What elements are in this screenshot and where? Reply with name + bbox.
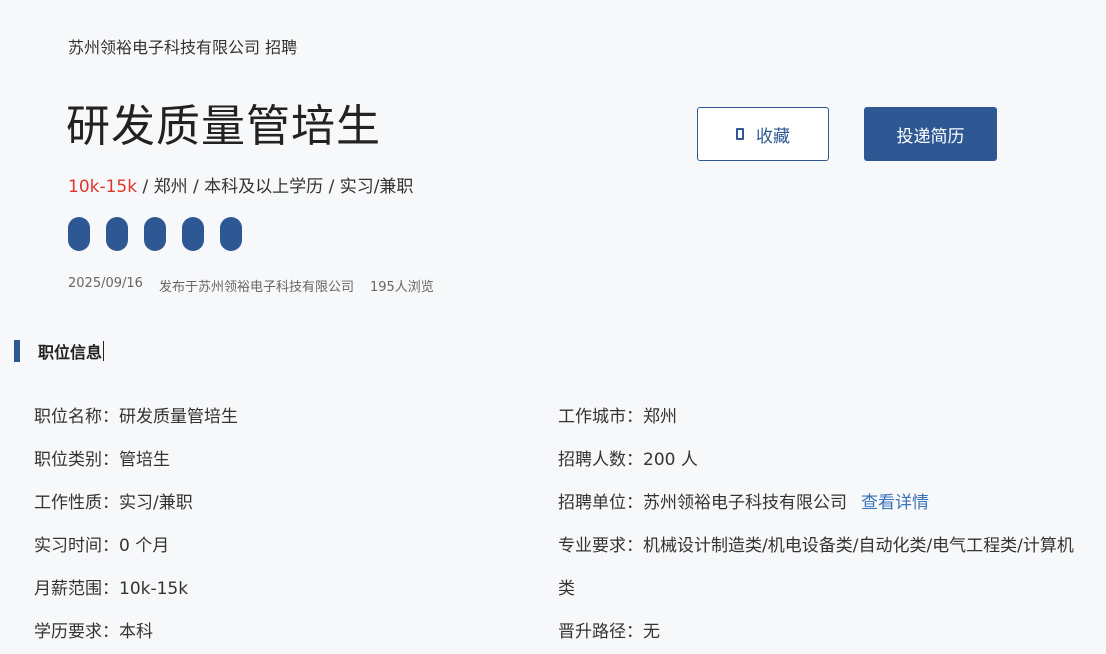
info-label: 专业要求： [558, 536, 643, 556]
info-label: 实习时间： [34, 536, 119, 556]
info-label: 月薪范围： [34, 579, 119, 599]
favorite-button[interactable]: 收藏 [697, 107, 829, 161]
info-label: 工作性质： [34, 493, 119, 513]
info-value: 10k-15k [119, 579, 189, 599]
job-info-left: 职位名称：研发质量管培生 职位类别：管培生 工作性质：实习/兼职 实习时间：0 … [34, 396, 238, 654]
info-value: 200 人 [643, 450, 698, 470]
info-row: 职位名称：研发质量管培生 [34, 396, 238, 439]
tag-pill [68, 217, 90, 251]
info-label: 晋升路径： [558, 622, 643, 642]
info-label: 职位名称： [34, 407, 119, 427]
tag-pill [182, 217, 204, 251]
job-meta-line: 10k-15k / 郑州 / 本科及以上学历 / 实习/兼职 [68, 172, 413, 197]
info-value: 研发质量管培生 [119, 407, 238, 427]
tag-pill [220, 217, 242, 251]
info-row: 晋升路径：无 [558, 611, 1088, 654]
info-label: 学历要求： [34, 622, 119, 642]
info-value: 无 [643, 622, 660, 642]
info-value: 管培生 [119, 450, 170, 470]
info-row: 实习时间：0 个月 [34, 525, 238, 568]
tag-pill [144, 217, 166, 251]
info-row: 招聘人数：200 人 [558, 439, 1088, 482]
info-value: 本科 [119, 622, 153, 642]
favorite-label: 收藏 [756, 126, 790, 147]
bookmark-icon [736, 128, 744, 140]
info-row: 专业要求：机械设计制造类/机电设备类/自动化类/电气工程类/计算机类 [558, 525, 1088, 611]
section-accent-bar [14, 340, 20, 362]
info-row: 招聘单位：苏州领裕电子科技有限公司 查看详情 [558, 482, 1088, 525]
company-recruit-line: 苏州领裕电子科技有限公司 招聘 [68, 38, 298, 57]
text-caret [103, 341, 105, 361]
publisher: 发布于苏州领裕电子科技有限公司 [158, 280, 354, 295]
job-tags [68, 217, 242, 251]
info-row: 工作性质：实习/兼职 [34, 482, 238, 525]
view-count: 195人浏览 [369, 280, 434, 295]
info-label: 职位类别： [34, 450, 119, 470]
job-title: 研发质量管培生 [66, 101, 381, 152]
salary-range: 10k-15k [68, 177, 138, 197]
section-header: 职位信息 [14, 339, 105, 363]
info-label: 招聘人数： [558, 450, 643, 470]
tag-pill [106, 217, 128, 251]
info-row: 工作城市：郑州 [558, 396, 1088, 439]
info-row: 学历要求：本科 [34, 611, 238, 654]
publish-date: 2025/09/16 [68, 276, 143, 291]
info-value: 苏州领裕电子科技有限公司 [643, 493, 847, 513]
info-value: 郑州 [643, 407, 677, 427]
apply-button[interactable]: 投递简历 [864, 107, 997, 161]
info-row: 职位类别：管培生 [34, 439, 238, 482]
info-value: 实习/兼职 [119, 493, 193, 513]
publish-info: 2025/09/16 发布于苏州领裕电子科技有限公司 195人浏览 [68, 276, 434, 295]
info-row: 月薪范围：10k-15k [34, 568, 238, 611]
view-company-details-link[interactable]: 查看详情 [861, 493, 929, 513]
info-value: 0 个月 [119, 536, 170, 556]
section-title: 职位信息 [38, 343, 103, 362]
job-info-right: 工作城市：郑州 招聘人数：200 人 招聘单位：苏州领裕电子科技有限公司 查看详情… [558, 396, 1088, 654]
info-label: 招聘单位： [558, 493, 643, 513]
info-label: 工作城市： [558, 407, 643, 427]
job-meta-rest: / 郑州 / 本科及以上学历 / 实习/兼职 [137, 177, 414, 197]
